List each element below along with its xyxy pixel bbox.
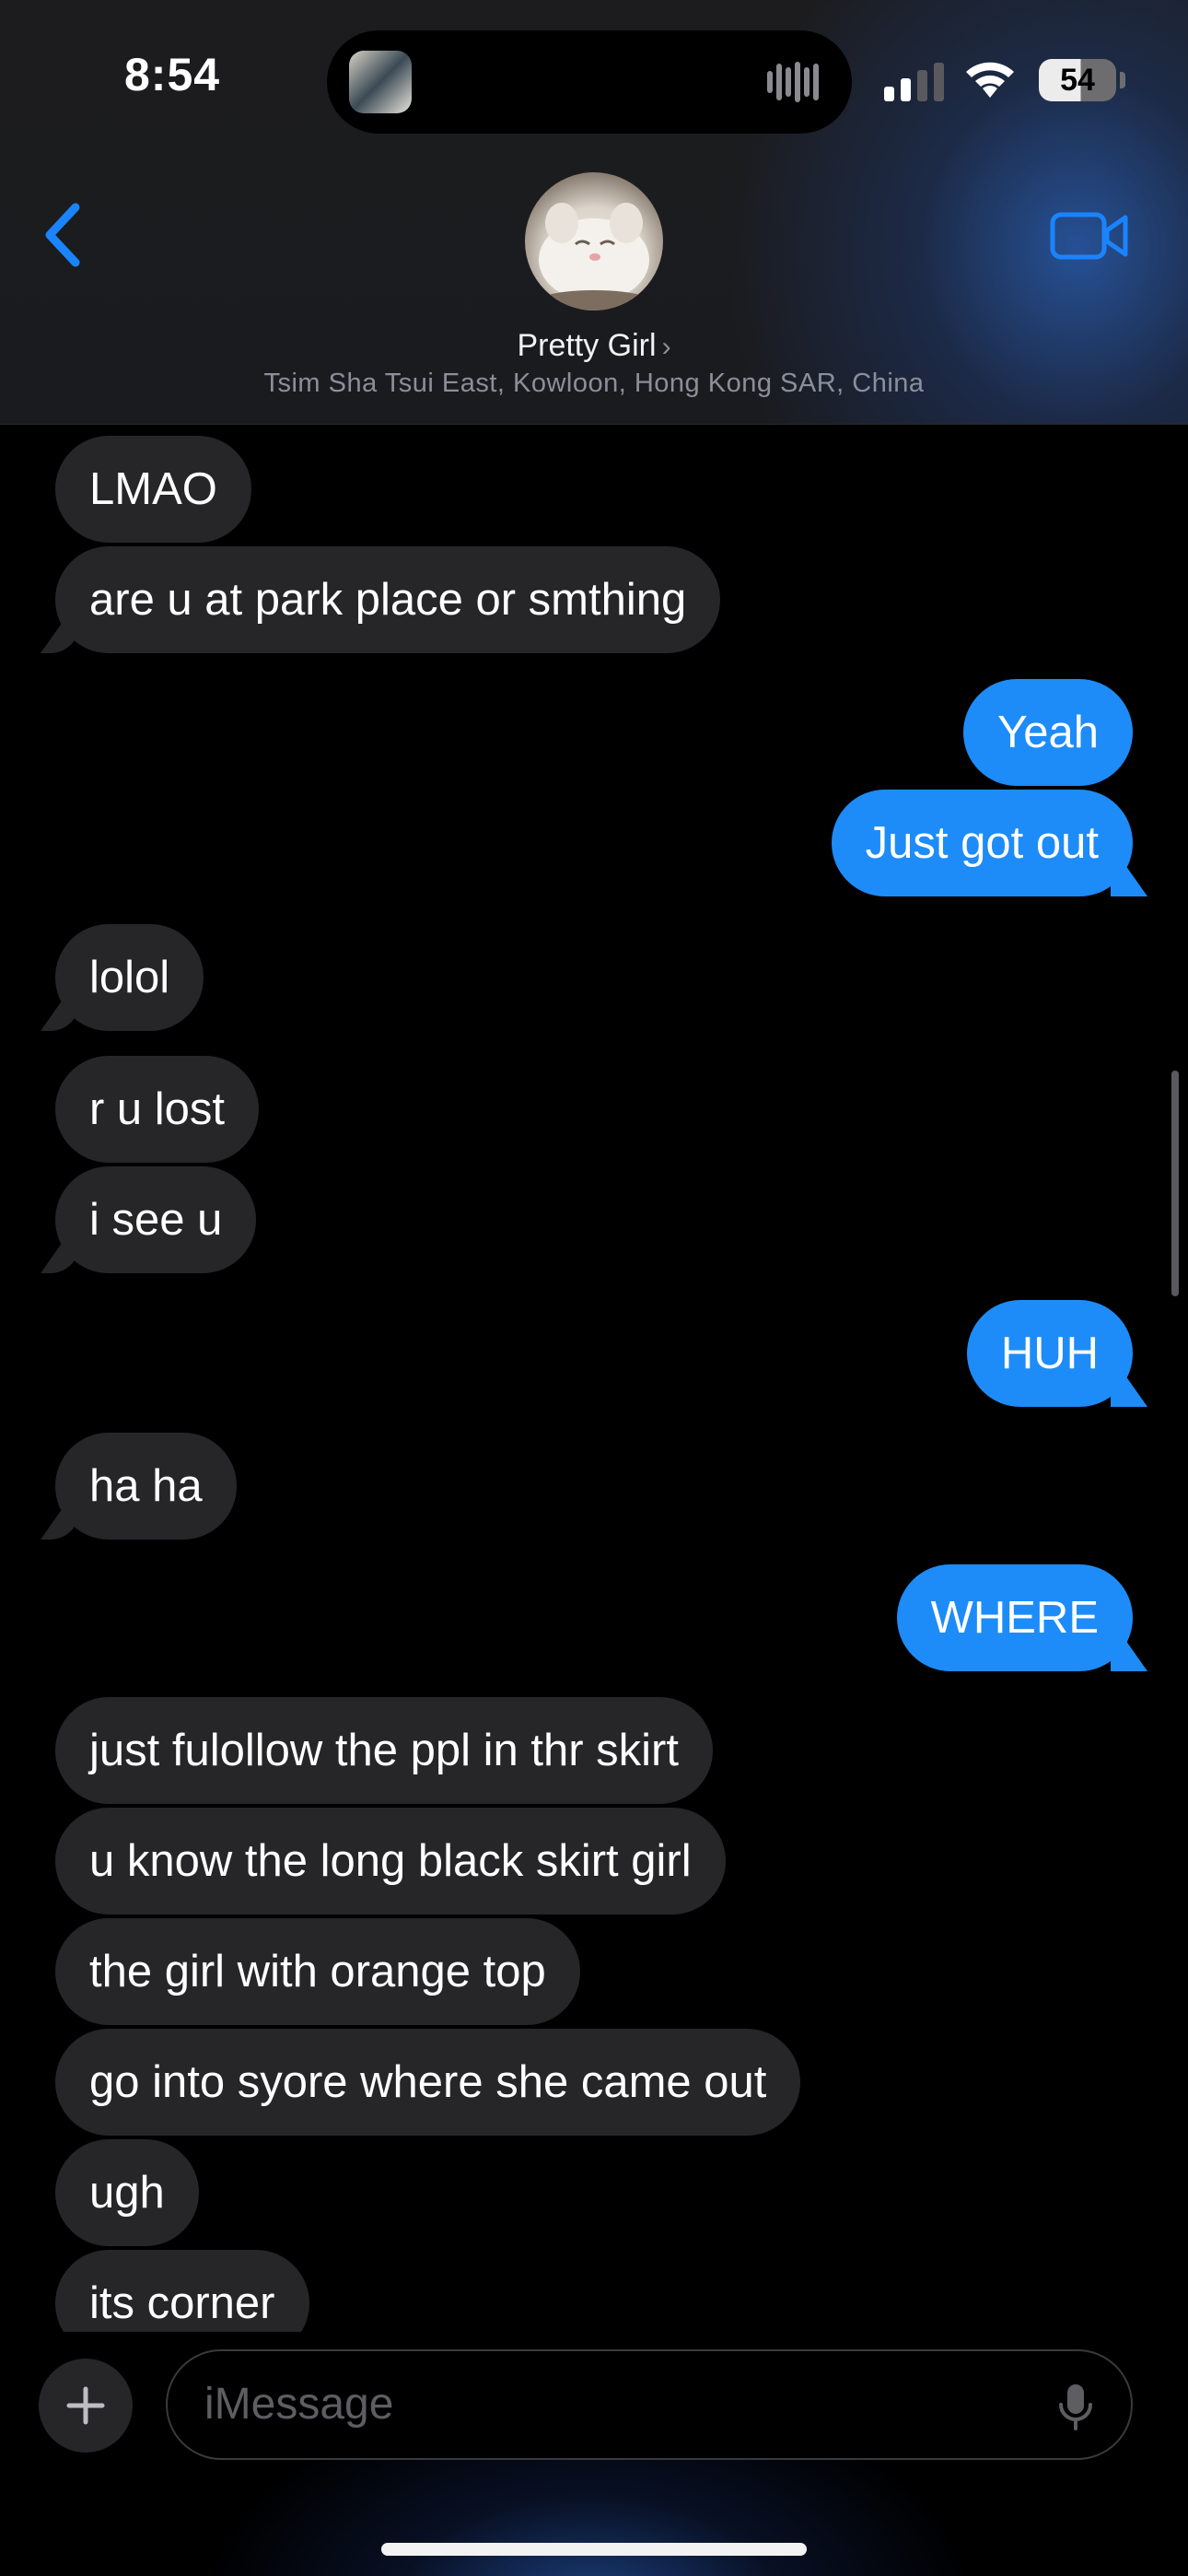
plus-icon — [66, 2386, 105, 2425]
contact-location: Tsim Sha Tsui East, Kowloon, Hong Kong S… — [263, 369, 925, 398]
outgoing-message[interactable]: Just got out — [831, 790, 1133, 896]
message-thread[interactable]: LMAO are u at park place or smthing Yeah… — [0, 425, 1188, 2332]
incoming-message[interactable]: u know the long black skirt girl — [55, 1808, 726, 1914]
wifi-icon — [966, 62, 1014, 98]
dynamic-island[interactable] — [327, 30, 852, 134]
add-attachment-button[interactable] — [39, 2359, 133, 2453]
home-indicator[interactable] — [381, 2543, 807, 2556]
contact-name-label: Pretty Girl — [517, 328, 657, 363]
now-playing-artwork — [349, 51, 412, 113]
status-time: 8:54 — [124, 49, 221, 100]
incoming-message[interactable]: ha ha — [55, 1433, 237, 1540]
conversation-header: 8:54 54 Pretty Girl › Tsim Sha Tsui East… — [0, 0, 1188, 425]
chevron-right-icon: › — [661, 332, 671, 362]
imessage-input[interactable]: iMessage — [166, 2349, 1133, 2460]
imessage-placeholder: iMessage — [204, 2380, 394, 2429]
cat-photo-icon — [525, 203, 663, 310]
incoming-message[interactable]: are u at park place or smthing — [55, 546, 721, 653]
incoming-message[interactable]: its corner — [55, 2250, 309, 2332]
chevron-left-icon[interactable] — [37, 198, 92, 272]
incoming-message[interactable]: just fulollow the ppl in thr skirt — [55, 1697, 713, 1804]
contact-name[interactable]: Pretty Girl › — [0, 328, 1188, 364]
outgoing-message[interactable]: WHERE — [896, 1564, 1133, 1671]
microphone-icon[interactable] — [1057, 2383, 1094, 2430]
battery-indicator: 54 — [1039, 59, 1116, 101]
audio-waveform-icon — [767, 62, 819, 102]
outgoing-message[interactable]: Yeah — [963, 679, 1133, 786]
scroll-indicator[interactable] — [1171, 1071, 1179, 1296]
cellular-signal-icon — [884, 63, 944, 101]
contact-avatar[interactable] — [525, 172, 663, 310]
battery-cap — [1120, 72, 1125, 88]
incoming-message[interactable]: ugh — [55, 2139, 199, 2246]
incoming-message[interactable]: i see u — [55, 1166, 257, 1273]
incoming-message[interactable]: go into syore where she came out — [55, 2029, 801, 2136]
outgoing-message[interactable]: HUH — [966, 1300, 1133, 1407]
incoming-message[interactable]: lolol — [55, 924, 204, 1031]
video-camera-icon[interactable] — [1050, 210, 1129, 262]
incoming-message[interactable]: r u lost — [55, 1056, 260, 1163]
incoming-message[interactable]: LMAO — [55, 436, 251, 543]
incoming-message[interactable]: the girl with orange top — [55, 1918, 580, 2025]
